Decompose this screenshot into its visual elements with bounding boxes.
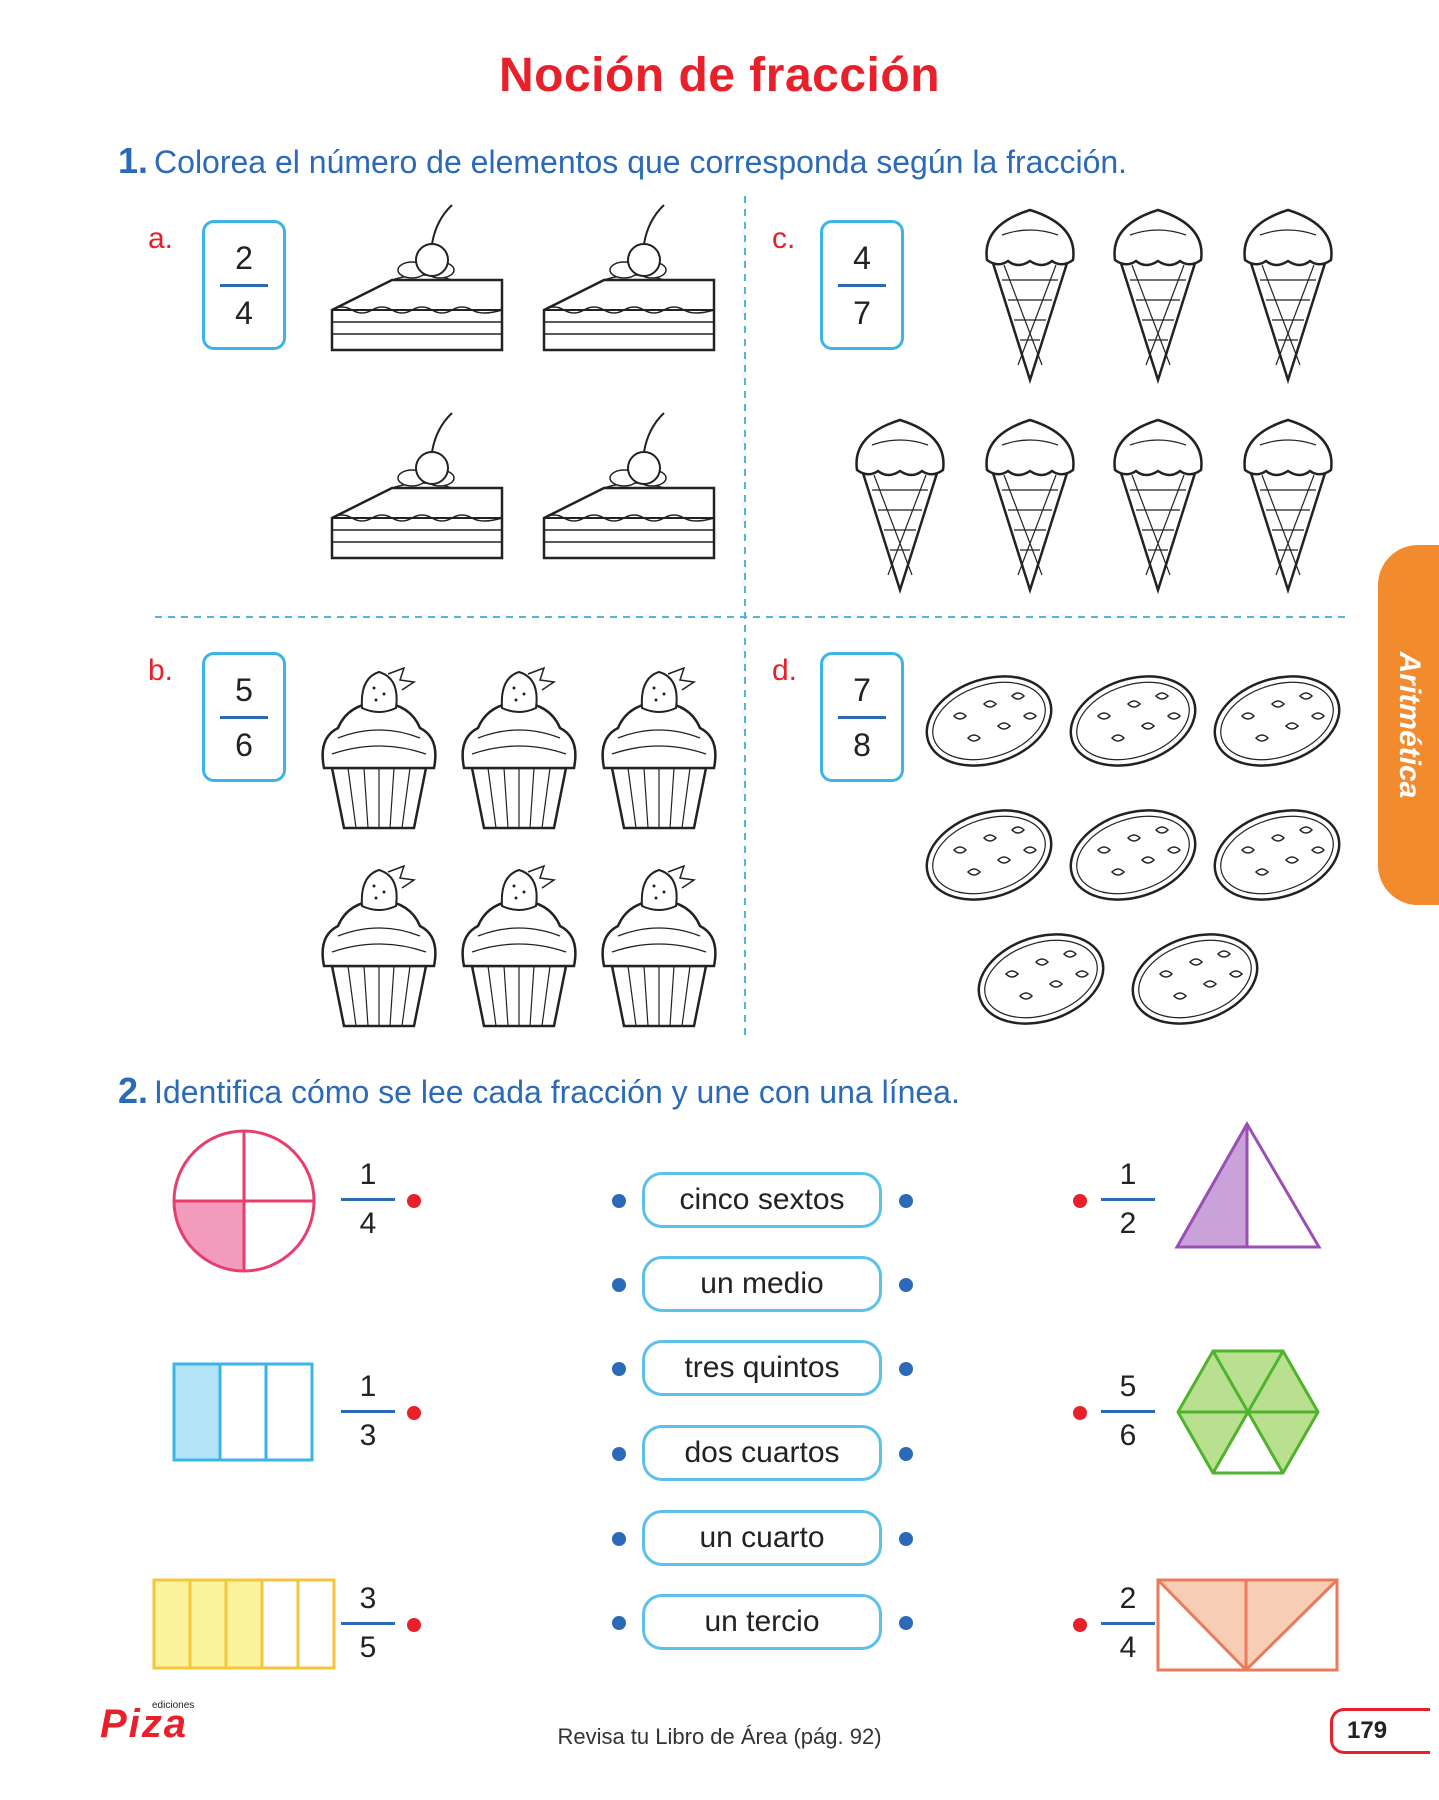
left-fraction-2: 1 3	[338, 1372, 398, 1451]
numerator: 3	[359, 1582, 377, 1615]
rectangle-thirds-shape	[172, 1362, 314, 1462]
right-fraction-2: 5 6	[1098, 1372, 1158, 1451]
rectangle-quarters-shape	[1156, 1578, 1339, 1672]
connector-dot[interactable]	[612, 1616, 626, 1630]
right-fraction-1: 1 2	[1098, 1160, 1158, 1239]
connector-dot[interactable]	[407, 1618, 421, 1632]
numerator: 2	[1119, 1582, 1137, 1615]
connector-dot[interactable]	[612, 1362, 626, 1376]
word-box-un-tercio: un tercio	[642, 1594, 882, 1650]
connector-dot[interactable]	[899, 1447, 913, 1461]
word-box-un-cuarto: un cuarto	[642, 1510, 882, 1566]
connector-dot[interactable]	[1073, 1618, 1087, 1632]
word-box-dos-cuartos: dos cuartos	[642, 1425, 882, 1481]
denominator: 4	[359, 1207, 377, 1240]
denominator: 6	[1119, 1419, 1137, 1452]
logo-subtitle: ediciones	[152, 1700, 195, 1711]
left-fraction-1: 1 4	[338, 1160, 398, 1239]
fraction-bar	[1101, 1410, 1155, 1413]
fraction-bar	[1101, 1198, 1155, 1201]
right-fraction-3: 2 4	[1098, 1584, 1158, 1663]
numerator: 1	[359, 1370, 377, 1403]
numerator: 5	[1119, 1370, 1137, 1403]
connector-dot[interactable]	[899, 1616, 913, 1630]
denominator: 2	[1119, 1207, 1137, 1240]
connector-dot[interactable]	[1073, 1406, 1087, 1420]
word-box-cinco-sextos: cinco sextos	[642, 1172, 882, 1228]
connector-dot[interactable]	[899, 1194, 913, 1208]
word-box-tres-quintos: tres quintos	[642, 1340, 882, 1396]
fraction-bar	[341, 1410, 395, 1413]
page-number: 179	[1330, 1708, 1430, 1754]
connector-dot[interactable]	[612, 1532, 626, 1546]
rectangle-fifths-shape	[152, 1578, 336, 1670]
connector-dot[interactable]	[612, 1194, 626, 1208]
connector-dot[interactable]	[1073, 1194, 1087, 1208]
connector-dot[interactable]	[612, 1278, 626, 1292]
triangle-half-shape	[1174, 1120, 1322, 1249]
left-fraction-3: 3 5	[338, 1584, 398, 1663]
hexagon-sixths-shape	[1176, 1349, 1320, 1475]
connector-dot[interactable]	[612, 1447, 626, 1461]
denominator: 5	[359, 1631, 377, 1664]
side-tab-label: Aritmética	[1392, 651, 1426, 799]
denominator: 4	[1119, 1631, 1137, 1664]
numerator: 1	[1119, 1158, 1137, 1191]
connector-dot[interactable]	[899, 1278, 913, 1292]
connector-dot[interactable]	[407, 1194, 421, 1208]
denominator: 3	[359, 1419, 377, 1452]
word-box-un-medio: un medio	[642, 1256, 882, 1312]
fraction-bar	[1101, 1622, 1155, 1625]
connector-dot[interactable]	[899, 1532, 913, 1546]
circle-quarter-shape	[172, 1129, 316, 1273]
numerator: 1	[359, 1158, 377, 1191]
connector-dot[interactable]	[407, 1406, 421, 1420]
fraction-bar	[341, 1622, 395, 1625]
fraction-bar	[341, 1198, 395, 1201]
connector-dot[interactable]	[899, 1362, 913, 1376]
section-side-tab: Aritmética	[1378, 545, 1439, 905]
book-reference: Revisa tu Libro de Área (pág. 92)	[557, 1724, 882, 1749]
